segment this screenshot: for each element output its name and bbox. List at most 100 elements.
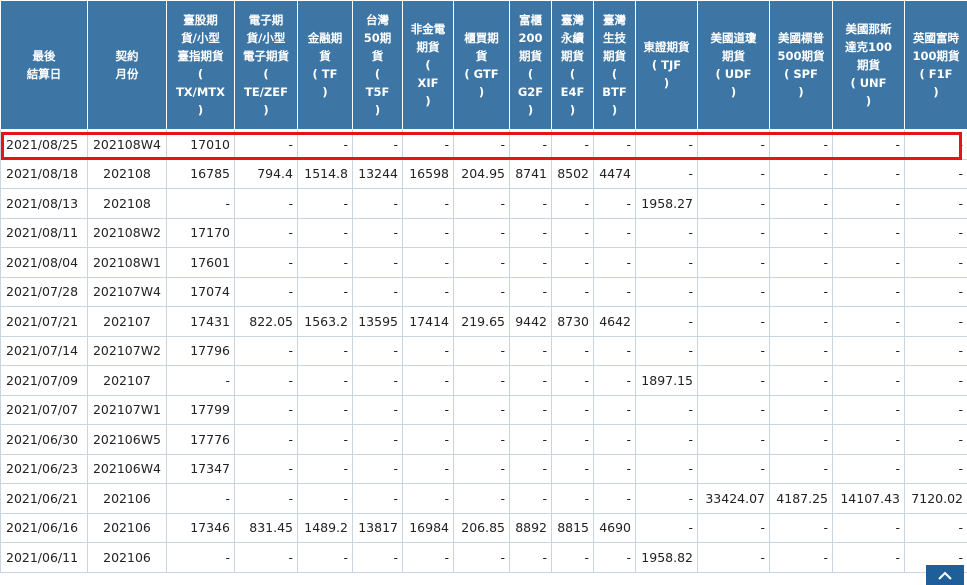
contract-month-cell: 202107W2 (88, 336, 167, 366)
price-cell: - (594, 130, 636, 160)
price-cell: - (552, 543, 594, 573)
price-cell: 4474 (594, 159, 636, 189)
price-cell: 17347 (167, 454, 235, 484)
contract-month-cell: 202107 (88, 307, 167, 337)
price-cell: 8892 (510, 513, 552, 543)
price-cell: - (454, 189, 510, 219)
contract-month-cell: 202106 (88, 484, 167, 514)
contract-month-cell: 202107W1 (88, 395, 167, 425)
price-cell: - (905, 336, 967, 366)
back-to-top-button[interactable] (926, 565, 964, 585)
price-cell: - (353, 484, 403, 514)
price-cell: - (833, 366, 905, 396)
table-row: 2021/07/28202107W417074------------- (1, 277, 967, 307)
price-cell: 8730 (552, 307, 594, 337)
price-cell: - (298, 484, 353, 514)
price-cell: - (403, 425, 454, 455)
price-cell: - (235, 248, 298, 278)
price-cell: - (833, 248, 905, 278)
price-cell: 1563.2 (298, 307, 353, 337)
price-cell: - (905, 425, 967, 455)
price-cell: - (698, 336, 770, 366)
settlement-date-cell: 2021/08/04 (1, 248, 88, 278)
price-cell: - (552, 484, 594, 514)
price-cell: - (698, 189, 770, 219)
price-cell: - (594, 484, 636, 514)
contract-month-cell: 202108 (88, 189, 167, 219)
price-cell: - (510, 543, 552, 573)
settlement-table: 最後 結算日契約 月份臺股期 貨/小型 臺指期貨 ( TX/MTX )電子期 貨… (0, 0, 967, 573)
column-header: 櫃買期 貨 ( GTF ) (454, 1, 510, 130)
price-cell: - (403, 189, 454, 219)
price-cell: - (454, 130, 510, 160)
price-cell: - (235, 454, 298, 484)
price-cell: - (510, 336, 552, 366)
column-header: 金融期 貨 ( TF ) (298, 1, 353, 130)
column-header: 美國標普 500期貨 ( SPF ) (770, 1, 833, 130)
table-row: 2021/06/23202106W417347------------- (1, 454, 967, 484)
price-cell: - (454, 366, 510, 396)
price-cell: - (698, 277, 770, 307)
price-cell: - (403, 218, 454, 248)
price-cell: - (353, 189, 403, 219)
price-cell: - (833, 425, 905, 455)
price-cell: - (636, 218, 698, 248)
price-cell: - (510, 218, 552, 248)
price-cell: - (636, 307, 698, 337)
contract-month-cell: 202107 (88, 366, 167, 396)
column-header: 美國那斯 達克100 期貨 ( UNF ) (833, 1, 905, 130)
price-cell: - (698, 366, 770, 396)
price-cell: - (770, 130, 833, 160)
price-cell: - (833, 395, 905, 425)
price-cell: - (298, 366, 353, 396)
price-cell: - (698, 307, 770, 337)
price-cell: 8502 (552, 159, 594, 189)
column-header: 台灣 50期 貨 ( T5F ) (353, 1, 403, 130)
price-cell: - (594, 543, 636, 573)
price-cell: - (698, 454, 770, 484)
price-cell: - (403, 395, 454, 425)
contract-month-cell: 202106W5 (88, 425, 167, 455)
settlement-date-cell: 2021/08/18 (1, 159, 88, 189)
price-cell: 16785 (167, 159, 235, 189)
price-cell: 17431 (167, 307, 235, 337)
table-row: 2021/06/11202106---------1958.82---- (1, 543, 967, 573)
column-header: 東證期貨 ( TJF ) (636, 1, 698, 130)
price-cell: - (905, 307, 967, 337)
table-row: 2021/06/1620210617346831.451489.21381716… (1, 513, 967, 543)
price-cell: 8815 (552, 513, 594, 543)
price-cell: - (167, 484, 235, 514)
price-cell: 17796 (167, 336, 235, 366)
price-cell: 13244 (353, 159, 403, 189)
settlement-date-cell: 2021/07/28 (1, 277, 88, 307)
price-cell: - (235, 218, 298, 248)
price-cell: - (770, 248, 833, 278)
price-cell: - (636, 130, 698, 160)
price-cell: - (353, 425, 403, 455)
price-cell: 219.65 (454, 307, 510, 337)
price-cell: 14107.43 (833, 484, 905, 514)
price-cell: - (770, 513, 833, 543)
table-header: 最後 結算日契約 月份臺股期 貨/小型 臺指期貨 ( TX/MTX )電子期 貨… (1, 1, 967, 130)
price-cell: - (403, 366, 454, 396)
price-cell: - (454, 336, 510, 366)
price-cell: - (833, 336, 905, 366)
price-cell: - (698, 543, 770, 573)
price-cell: - (353, 366, 403, 396)
price-cell: - (636, 277, 698, 307)
price-cell: - (770, 366, 833, 396)
price-cell: - (636, 454, 698, 484)
price-cell: - (770, 307, 833, 337)
price-cell: - (905, 248, 967, 278)
price-cell: - (770, 425, 833, 455)
price-cell: - (552, 336, 594, 366)
price-cell: 17170 (167, 218, 235, 248)
price-cell: - (353, 336, 403, 366)
price-cell: - (353, 130, 403, 160)
price-cell: - (235, 366, 298, 396)
price-cell: - (594, 218, 636, 248)
settlement-date-cell: 2021/07/21 (1, 307, 88, 337)
settlement-date-cell: 2021/07/14 (1, 336, 88, 366)
price-cell: - (905, 277, 967, 307)
price-cell: - (770, 159, 833, 189)
